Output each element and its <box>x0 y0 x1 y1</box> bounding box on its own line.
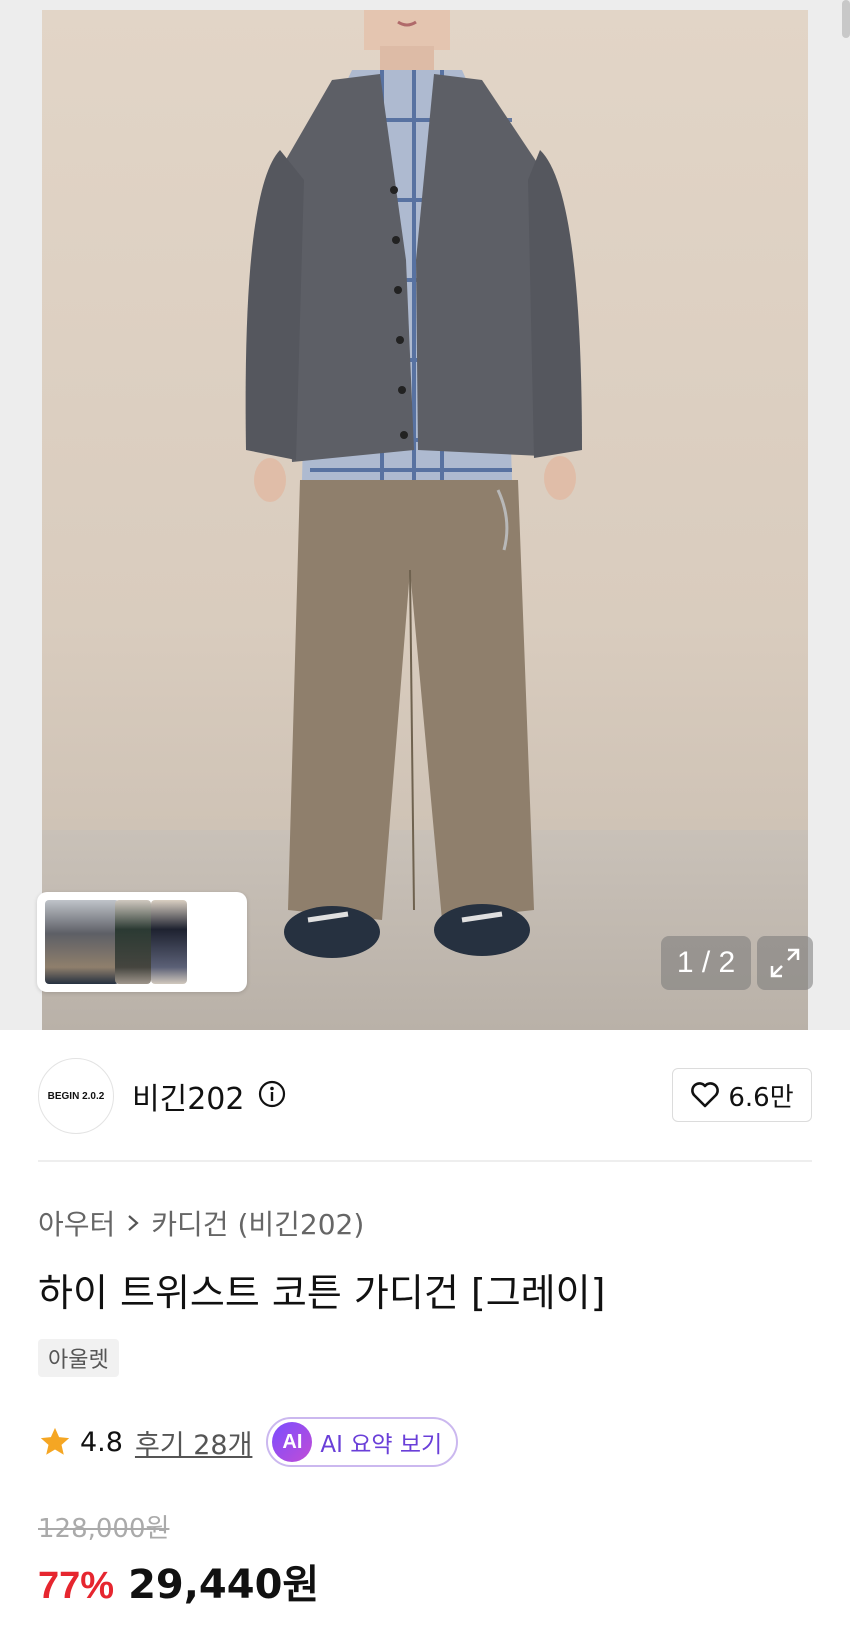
discount-rate: 77% <box>38 1565 115 1607</box>
thumbnail-3[interactable] <box>151 900 187 984</box>
scrollbar[interactable] <box>842 0 850 38</box>
info-icon[interactable] <box>258 1080 286 1108</box>
outlet-tag: 아울렛 <box>38 1339 119 1377</box>
expand-icon <box>770 948 800 978</box>
image-counter: 1 / 2 <box>661 936 751 990</box>
review-link[interactable]: 후기 28개 <box>135 1423 252 1462</box>
brand-name[interactable]: 비긴202 <box>132 1074 244 1118</box>
brand-logo[interactable]: BEGIN 2.0.2 <box>38 1058 114 1134</box>
product-photo[interactable] <box>42 10 808 1030</box>
rating-row: 4.8 후기 28개 AI AI 요약 보기 <box>38 1414 459 1470</box>
original-price: 128,000원 <box>38 1514 170 1544</box>
divider <box>38 1160 812 1162</box>
ai-summary-button[interactable]: AI AI 요약 보기 <box>266 1417 459 1467</box>
rating-value: 4.8 <box>80 1426 123 1458</box>
product-image-gallery[interactable]: 1 / 2 <box>0 0 850 1030</box>
breadcrumb-subcategory[interactable]: 카디건 (비긴202) <box>151 1203 364 1243</box>
breadcrumb: 아우터 카디건 (비긴202) <box>38 1203 364 1243</box>
chevron-right-icon <box>128 1215 139 1231</box>
like-count: 6.6만 <box>728 1082 794 1113</box>
ai-icon: AI <box>272 1422 313 1462</box>
sale-price: 29,440원 <box>128 1562 320 1608</box>
expand-button[interactable] <box>757 936 813 990</box>
product-title: 하이 트위스트 코튼 가디건 [그레이] <box>38 1271 606 1315</box>
model-illustration <box>245 10 582 958</box>
ai-summary-label: AI 요약 보기 <box>320 1432 443 1458</box>
thumbnail-strip[interactable] <box>37 892 247 992</box>
star-icon <box>40 1427 70 1455</box>
heart-icon <box>691 1082 720 1108</box>
breadcrumb-category[interactable]: 아우터 <box>38 1203 115 1243</box>
thumbnail-2[interactable] <box>115 900 151 984</box>
price-row: 77% 29,440원 <box>38 1552 319 1610</box>
thumbnail-1[interactable] <box>45 900 119 984</box>
like-button[interactable]: 6.6만 <box>672 1068 812 1122</box>
brand-row: BEGIN 2.0.2 비긴202 6.6만 <box>0 1030 850 1160</box>
